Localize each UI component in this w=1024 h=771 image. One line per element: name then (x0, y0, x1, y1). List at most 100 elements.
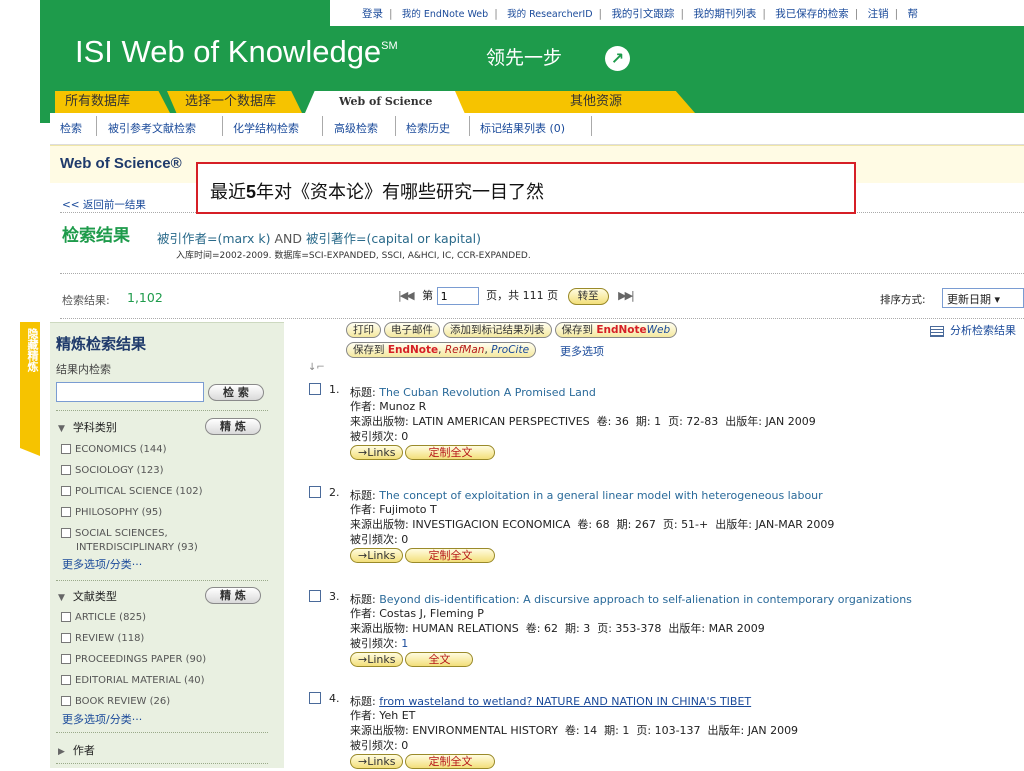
author-header[interactable]: ▶ 作者 (58, 742, 95, 758)
email-button[interactable]: 电子邮件 (384, 322, 440, 338)
hide-refine-tab[interactable]: 隐藏精炼 (20, 322, 40, 456)
result-source-line: 来源出版物: ENVIRONMENTAL HISTORY 卷: 14 期: 1 … (350, 722, 798, 738)
full-text-button[interactable]: 定制全文 (405, 445, 496, 460)
result-cited-count[interactable]: 1 (401, 637, 408, 650)
checkbox[interactable] (61, 612, 71, 622)
facet-label: PHILOSOPHY (95) (75, 507, 163, 518)
more-options-link[interactable]: 更多选项 (560, 343, 604, 359)
checkbox[interactable] (61, 633, 71, 643)
facet-checkbox[interactable]: EDITORIAL MATERIAL (40) (61, 675, 205, 686)
result-checkbox[interactable] (309, 486, 321, 498)
result-checkbox[interactable] (309, 692, 321, 704)
page-number-input[interactable] (436, 287, 479, 305)
facet-checkbox[interactable]: SOCIOLOGY (123) (61, 465, 164, 476)
subnav-cited-ref-search[interactable]: 被引参考文献检索 (108, 120, 196, 136)
full-text-button[interactable]: 定制全文 (405, 754, 496, 769)
query-part-author: 被引作者=(marx k) (157, 231, 271, 246)
logout-link[interactable]: 注销 (868, 8, 889, 20)
full-text-button[interactable]: 定制全文 (405, 548, 496, 563)
divider (56, 763, 268, 764)
links-button[interactable]: →Links (350, 652, 404, 667)
links-button[interactable]: →Links (350, 754, 404, 769)
checkbox[interactable] (61, 444, 71, 454)
result-title-link[interactable]: The concept of exploitation in a general… (379, 489, 822, 502)
subject-area-header[interactable]: ▼ 学科类别 (58, 419, 117, 435)
facet-checkbox[interactable]: BOOK REVIEW (26) (61, 696, 170, 707)
back-link[interactable]: << 返回前一结果 (62, 197, 146, 212)
web-label: Web (646, 324, 671, 336)
facet-checkbox[interactable]: SOCIAL SCIENCES, (61, 528, 168, 539)
result-checkbox[interactable] (309, 590, 321, 602)
facet-checkbox[interactable]: REVIEW (118) (61, 633, 144, 644)
add-to-marked-list-button[interactable]: 添加到标记结果列表 (443, 322, 552, 338)
analyze-results-link[interactable]: 分析检索结果 (930, 322, 1016, 338)
subnav-advanced-search[interactable]: 高级检索 (334, 120, 378, 136)
result-cited-count: 0 (401, 533, 409, 546)
arrow-circle-icon[interactable]: ↗ (605, 46, 630, 71)
checkbox[interactable] (61, 486, 71, 496)
pubdate-label: 出版年: (668, 622, 706, 635)
triangle-down-icon: ▼ (58, 424, 65, 434)
endnote-label: EndNote (387, 344, 439, 356)
my-researcherid-link[interactable]: 我的 ResearcherID (507, 9, 592, 20)
action-row: 打印 电子邮件 添加到标记结果列表 保存到 EndNoteWeb (346, 322, 680, 338)
result-checkbox[interactable] (309, 383, 321, 395)
facet-checkbox[interactable]: PHILOSOPHY (95) (61, 507, 162, 518)
divider (395, 116, 396, 136)
search-within-input[interactable] (56, 382, 204, 402)
facet-checkbox[interactable]: PROCEEDINGS PAPER (90) (61, 654, 206, 665)
more-options-link[interactable]: 更多选项/分类··· (62, 711, 142, 727)
first-page-icon[interactable]: |◀◀ (398, 289, 415, 302)
my-endnote-link[interactable]: 我的 EndNote Web (402, 9, 488, 20)
citation-alerts-link[interactable]: 我的引文跟踪 (611, 8, 674, 20)
subnav-marked-list[interactable]: 标记结果列表 (0) (480, 120, 565, 136)
login-link[interactable]: 登录 (362, 8, 383, 20)
result-issue: 267 (634, 518, 656, 531)
cited-label: 被引频次: (350, 430, 398, 443)
journal-list-link[interactable]: 我的期刊列表 (693, 8, 756, 20)
print-button[interactable]: 打印 (346, 322, 381, 338)
save-to-endnote-refman-procite-button[interactable]: 保存到 EndNote, RefMan, ProCite (346, 342, 537, 358)
tab-all-databases[interactable]: 所有数据库 (55, 91, 170, 113)
checkbox[interactable] (61, 507, 71, 517)
links-button[interactable]: →Links (350, 548, 404, 563)
subnav-search[interactable]: 检索 (60, 120, 82, 136)
last-page-icon[interactable]: ▶▶| (618, 289, 635, 302)
refine-subject-button[interactable]: 精 炼 (205, 418, 261, 435)
checkbox[interactable] (61, 696, 71, 706)
facet-checkbox[interactable]: POLITICAL SCIENCE (102) (61, 486, 203, 497)
tab-web-of-science[interactable]: Web of Science (305, 91, 465, 113)
help-link[interactable]: 帮 (908, 8, 919, 20)
isi-logo[interactable]: ISI Web of KnowledgeSM (75, 34, 398, 70)
subnav-structure-search[interactable]: 化学结构检索 (233, 120, 299, 136)
search-within-button[interactable]: 检 索 (208, 384, 264, 401)
links-button[interactable]: →Links (350, 445, 404, 460)
tab-select-database[interactable]: 选择一个数据库 (167, 91, 302, 113)
go-button[interactable]: 转至 (567, 287, 609, 305)
saved-searches-link[interactable]: 我已保存的检索 (775, 8, 849, 20)
subnav-search-history[interactable]: 检索历史 (406, 120, 450, 136)
result-author: Yeh ET (379, 709, 416, 722)
refine-doctype-button[interactable]: 精 炼 (205, 587, 261, 604)
doc-type-header[interactable]: ▼ 文献类型 (58, 588, 117, 604)
save-to-endnote-web-button[interactable]: 保存到 EndNoteWeb (554, 322, 678, 338)
result-title-link[interactable]: from wasteland to wetland? NATURE AND NA… (379, 695, 751, 708)
facet-checkbox[interactable]: ARTICLE (825) (61, 612, 146, 623)
search-subnav: 检索 被引参考文献检索 化学结构检索 高级检索 检索历史 标记结果列表 (0) (50, 113, 1024, 145)
more-options-link[interactable]: 更多选项/分类··· (62, 556, 142, 572)
checkbox[interactable] (61, 465, 71, 475)
top-links: 登录 | 我的 EndNote Web | 我的 ResearcherID | 我的引… (330, 0, 1024, 26)
checkbox[interactable] (61, 528, 71, 538)
checkbox[interactable] (61, 675, 71, 685)
tab-other-resources[interactable]: 其他资源 (455, 91, 695, 113)
author-label: 作者: (350, 503, 376, 516)
checkbox[interactable] (61, 654, 71, 664)
facet-checkbox[interactable]: ECONOMICS (144) (61, 444, 167, 455)
query-text: 被引作者=(marx k) AND 被引著作=(capital or kapit… (157, 228, 481, 247)
full-text-button[interactable]: 全文 (405, 652, 474, 667)
author-label: 作者: (350, 607, 376, 620)
links-label: Links (367, 653, 396, 666)
sort-select[interactable]: 更新日期 ▾ (942, 288, 1024, 308)
subject-area-label: 学科类别 (72, 421, 117, 434)
source-label: 来源出版物: (350, 622, 409, 635)
